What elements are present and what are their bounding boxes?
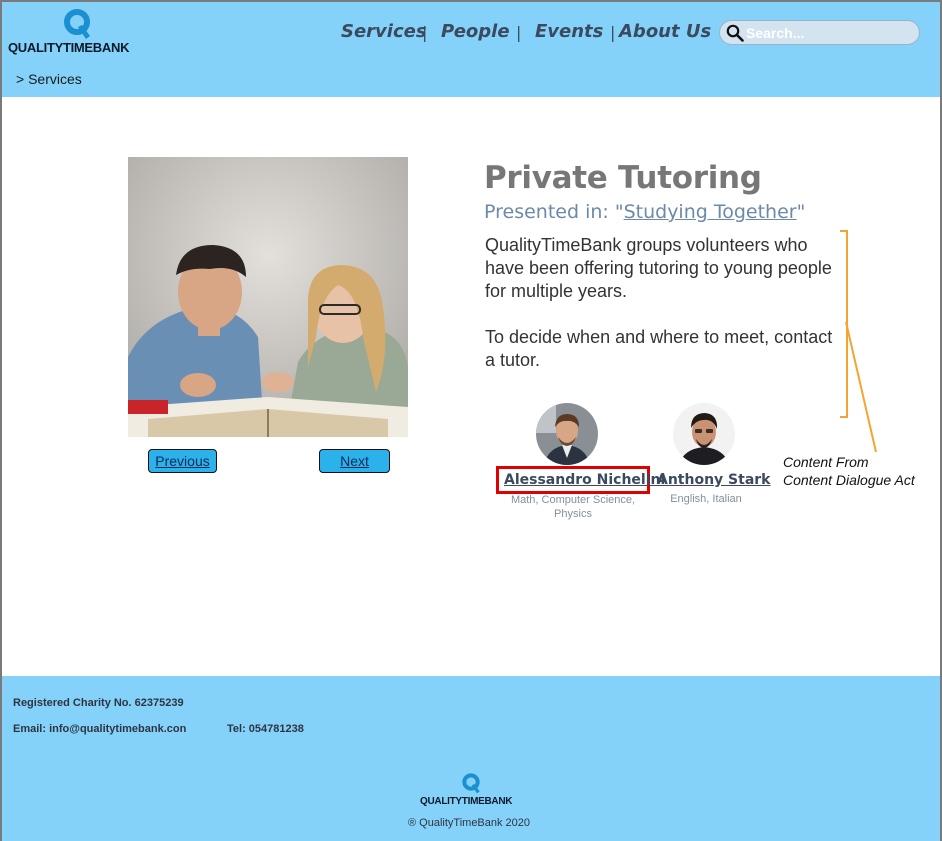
- annotation-text: Content From Content Dialogue Act: [783, 453, 915, 489]
- annotation-pointer: [845, 321, 877, 453]
- service-description-2: To decide when and where to meet, contac…: [485, 327, 833, 370]
- previous-button[interactable]: Previous: [148, 449, 217, 473]
- charity-number: Registered Charity No. 62375239: [13, 697, 184, 709]
- footer-logo-text: QUALITYTIMEBANK: [420, 796, 513, 807]
- avatar-anthony[interactable]: [673, 403, 735, 465]
- annotation-line-2: Content Dialogue Act: [783, 472, 915, 488]
- annotation-line-1: Content From: [783, 454, 869, 470]
- footer-email[interactable]: Email: info@qualitytimebank.con: [13, 723, 186, 735]
- presented-in: Presented in: "Studying Together": [484, 201, 805, 223]
- search-box[interactable]: [719, 20, 920, 45]
- nav-people[interactable]: People: [441, 21, 510, 42]
- site-footer: Registered Charity No. 62375239 Email: i…: [2, 676, 940, 841]
- presented-suffix: ": [796, 201, 806, 223]
- footer-phone: Tel: 054781238: [227, 723, 304, 735]
- nav-divider: |: [422, 23, 428, 42]
- service-photo: [128, 157, 408, 437]
- breadcrumb[interactable]: > Services: [16, 71, 82, 87]
- tutor-subjects-alessandro: Math, Computer Science, Physics: [510, 494, 636, 520]
- footer-logo-q-icon: [462, 773, 480, 794]
- nav-about-us[interactable]: About Us: [619, 21, 711, 42]
- service-description-1: QualityTimeBank groups volunteers who ha…: [485, 235, 832, 301]
- nav-divider: |: [610, 23, 616, 42]
- tutor-name-alessandro[interactable]: Alessandro Nichelini: [504, 472, 665, 488]
- site-logo[interactable]: QUALITYTIMEBANK: [8, 9, 148, 59]
- nav-divider: |: [516, 23, 522, 42]
- presented-in-link[interactable]: Studying Together: [624, 201, 797, 223]
- nav-events[interactable]: Events: [535, 21, 603, 42]
- search-input[interactable]: [746, 23, 914, 42]
- logo-text: QUALITYTIMEBANK: [8, 40, 130, 55]
- search-icon[interactable]: [726, 24, 744, 42]
- presented-prefix: Presented in: ": [484, 201, 624, 223]
- nav-services[interactable]: Services: [341, 21, 427, 42]
- site-header: QUALITYTIMEBANK Services | People | Even…: [2, 2, 940, 97]
- service-title: Private Tutoring: [484, 160, 762, 196]
- footer-logo[interactable]: QUALITYTIMEBANK: [420, 773, 524, 809]
- tutor-name-anthony[interactable]: Anthony Stark: [657, 472, 770, 488]
- copyright: ® QualityTimeBank 2020: [408, 817, 531, 829]
- next-button[interactable]: Next: [319, 449, 390, 473]
- students-studying-image: [128, 157, 408, 437]
- tutor-avatar-image: [536, 403, 598, 465]
- tutor-subjects-anthony: English, Italian: [670, 493, 742, 505]
- logo-q-icon: [64, 9, 90, 39]
- avatar-alessandro[interactable]: [536, 403, 598, 465]
- tutor-avatar-image: [673, 403, 735, 465]
